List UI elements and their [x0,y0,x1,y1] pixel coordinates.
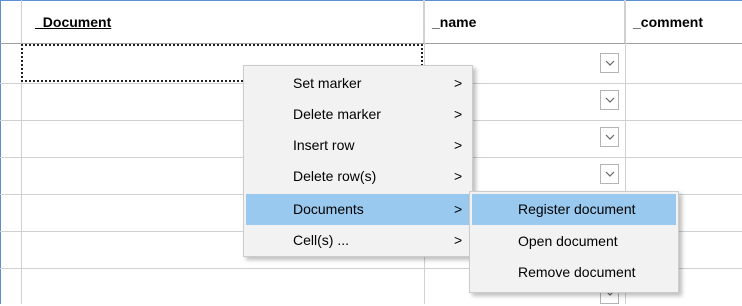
menu-item-label: Delete marker [293,106,381,122]
submenu-item-label: Remove document [518,264,636,280]
submenu-item-register-document[interactable]: Register document [472,194,676,225]
submenu-item-label: Open document [518,233,618,249]
chevron-right-icon: > [454,75,463,91]
column-header-document[interactable]: _Document [21,0,424,43]
menu-item-label: Cell(s) ... [293,232,349,248]
name-dropdown-button[interactable] [600,90,619,110]
chevron-down-icon [605,97,615,103]
context-menu: Set marker > Delete marker > Insert row … [243,65,473,257]
menu-item-label: Delete row(s) [293,168,377,184]
submenu-item-label: Register document [518,201,636,217]
name-dropdown-button[interactable] [600,53,619,73]
chevron-down-icon [605,134,615,140]
chevron-right-icon: > [454,168,463,184]
submenu-item-open-document[interactable]: Open document [472,226,676,257]
column-header-comment[interactable]: _comment [625,0,742,43]
menu-item-documents[interactable]: Documents > [246,194,470,225]
menu-item-insert-row[interactable]: Insert row > [246,130,470,161]
menu-item-set-marker[interactable]: Set marker > [246,68,470,99]
menu-item-label: Insert row [293,137,355,153]
name-dropdown-button[interactable] [600,164,619,184]
menu-item-label: Documents [293,201,364,217]
chevron-right-icon: > [454,106,463,122]
documents-submenu: Register document Open document Remove d… [469,191,679,293]
column-header-document-label: _Document [35,14,112,30]
name-dropdown-button[interactable] [600,127,619,147]
chevron-right-icon: > [454,232,463,248]
menu-item-label: Set marker [293,75,362,91]
menu-item-delete-rows[interactable]: Delete row(s) > [246,161,470,192]
chevron-right-icon: > [454,201,463,217]
chevron-down-icon [605,171,615,177]
chevron-down-icon [605,60,615,66]
column-header-name[interactable]: _name [424,0,625,43]
column-header-name-label: _name [432,14,477,30]
menu-item-delete-marker[interactable]: Delete marker > [246,99,470,130]
column-header-comment-label: _comment [633,14,704,30]
submenu-item-remove-document[interactable]: Remove document [472,257,676,288]
chevron-right-icon: > [454,137,463,153]
menu-item-cells[interactable]: Cell(s) ... > [246,225,470,256]
